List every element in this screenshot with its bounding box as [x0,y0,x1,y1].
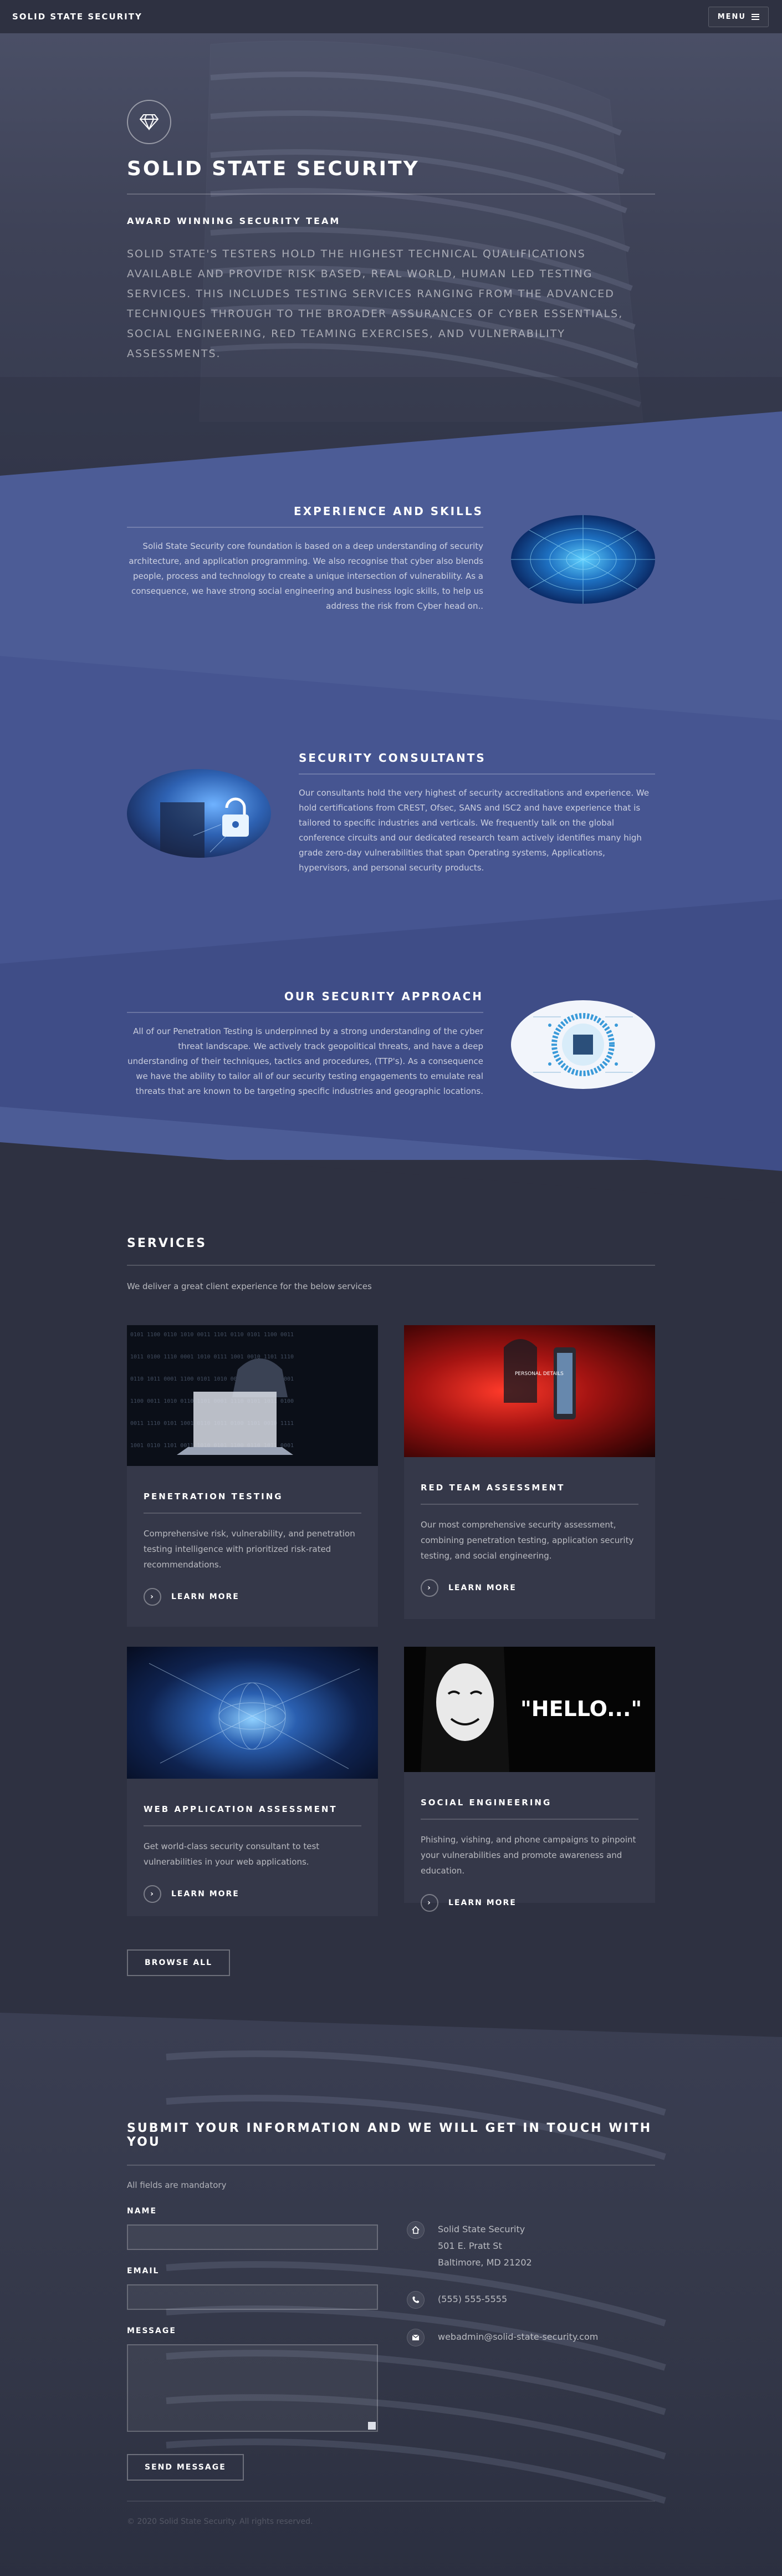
data-tunnel-graphic [511,515,655,604]
card-text: Phishing, vishing, and phone campaigns t… [421,1835,636,1876]
feature-text: Solid State Security core foundation is … [129,541,483,611]
contact-title: SUBMIT YOUR INFORMATION AND WE WILL GET … [127,2121,652,2149]
feature-text: All of our Penetration Testing is underp… [127,1026,483,1096]
email-address[interactable]: webadmin@solid-state-security.com [438,2329,598,2345]
email-field[interactable] [127,2284,378,2310]
feature-title: OUR SECURITY APPROACH [284,990,483,1003]
address-line: Baltimore, MD 21202 [438,2257,532,2268]
card-title: WEB APPLICATION ASSESSMENT [144,1804,338,1814]
feature-divider [299,773,655,775]
menu-label: MENU [717,12,746,21]
card-divider [144,1825,361,1826]
contact-info: Solid State Security 501 E. Pratt St Bal… [407,2205,598,2346]
learn-more-link[interactable]: › LEARN MORE [421,1894,638,1912]
top-header: SOLID STATE SECURITY MENU [0,0,782,33]
services-divider [127,1265,655,1266]
network-globe-graphic [149,1663,360,1769]
social-engineering-image: "HELLO..." [404,1647,655,1772]
web-app-image [127,1647,378,1779]
services-title: SERVICES [127,1236,207,1250]
card-title: SOCIAL ENGINEERING [421,1798,552,1808]
hacker-laptop-graphic: 0101 1100 0110 1010 0011 1101 0110 0101 … [130,1332,294,1455]
learn-more-label: LEARN MORE [448,1898,517,1907]
send-message-button[interactable]: SEND MESSAGE [127,2454,244,2481]
feature-title: EXPERIENCE AND SKILLS [294,505,483,518]
home-icon [407,2221,425,2239]
hero-divider [127,194,655,195]
learn-more-link[interactable]: › LEARN MORE [144,1588,361,1606]
address-row: Solid State Security 501 E. Pratt St Bal… [407,2221,598,2271]
hero-subtitle: AWARD WINNING SECURITY TEAM [127,216,341,226]
arrow-right-icon: › [144,1588,161,1606]
menu-button[interactable]: MENU [708,6,769,27]
message-field[interactable] [127,2344,378,2432]
browse-all-button[interactable]: BROWSE ALL [127,1949,230,1976]
card-title: RED TEAM ASSESSMENT [421,1483,565,1493]
red-team-graphic: PERSONAL DETAILS [504,1339,576,1419]
feature-title: SECURITY CONSULTANTS [299,751,486,765]
image-caption: PERSONAL DETAILS [515,1371,564,1377]
service-card-red-team: PERSONAL DETAILS RED TEAM ASSESSMENT Our… [404,1325,655,1619]
masked-figure-graphic: "HELLO..." [421,1647,642,1772]
phone-icon [407,2291,425,2309]
padlock-graphic [160,797,249,858]
red-team-image: PERSONAL DETAILS [404,1325,655,1457]
card-title: PENETRATION TESTING [144,1491,283,1501]
address-line: 501 E. Pratt St [438,2241,502,2251]
learn-more-label: LEARN MORE [448,1584,517,1592]
hero-banner: SOLID STATE SECURITY AWARD WINNING SECUR… [0,33,782,477]
card-text: Comprehensive risk, vulnerability, and p… [144,1529,355,1570]
feature-divider [127,527,483,528]
svg-text:0101 1100 0110 1010 0011 1101: 0101 1100 0110 1010 0011 1101 0110 0101 … [130,1332,294,1338]
learn-more-label: LEARN MORE [171,1890,239,1898]
svg-text:1011 0100 1110 0001 1010 0111: 1011 0100 1110 0001 1010 0111 1001 0010 … [130,1354,294,1360]
card-divider [421,1819,638,1820]
phone-row: (555) 555-5555 [407,2291,598,2309]
experience-image [511,515,655,604]
hero-title: SOLID STATE SECURITY [127,157,420,180]
service-card-social: "HELLO..." SOCIAL ENGINEERING Phishing, … [404,1647,655,1912]
address-line: Solid State Security [438,2224,525,2234]
penetration-image: 0101 1100 0110 1010 0011 1101 0110 0101 … [127,1325,378,1466]
copyright-text: © 2020 Solid State Security. All rights … [127,2517,313,2526]
feature-experience: EXPERIENCE AND SKILLS Solid State Securi… [127,505,655,614]
hamburger-icon [752,13,759,20]
card-text: Our most comprehensive security assessme… [421,1520,634,1561]
learn-more-link[interactable]: › LEARN MORE [144,1885,361,1903]
brand-title[interactable]: SOLID STATE SECURITY [12,12,142,22]
resize-handle-icon[interactable] [368,2422,376,2430]
services-lead: We deliver a great client experience for… [127,1281,372,1291]
envelope-icon [407,2329,425,2346]
card-divider [421,1504,638,1505]
contact-divider [127,2165,655,2166]
phone-number[interactable]: (555) 555-5555 [438,2291,507,2308]
arrow-right-icon: › [144,1885,161,1903]
diamond-logo [127,100,171,144]
learn-more-label: LEARN MORE [171,1592,239,1601]
diamond-icon [139,114,159,130]
contact-section: SUBMIT YOUR INFORMATION AND WE WILL GET … [0,2013,782,2576]
hello-caption: "HELLO..." [520,1697,642,1721]
hero-description: SOLID STATE'S TESTERS HOLD THE HIGHEST T… [127,248,623,360]
email-row: webadmin@solid-state-security.com [407,2329,598,2346]
service-card-web-app: WEB APPLICATION ASSESSMENT Get world-cla… [127,1647,378,1916]
feature-text: Our consultants hold the very highest of… [299,788,650,873]
feature-consultants: SECURITY CONSULTANTS Our consultants hol… [127,751,655,875]
name-field[interactable] [127,2224,378,2250]
feature-approach: OUR SECURITY APPROACH All of our Penetra… [127,990,655,1099]
service-card-penetration: 0101 1100 0110 1010 0011 1101 0110 0101 … [127,1325,378,1627]
card-text: Get world-class security consultant to t… [144,1841,320,1867]
consultants-image [127,769,271,858]
card-divider [144,1513,361,1514]
learn-more-link[interactable]: › LEARN MORE [421,1579,638,1597]
arrow-right-icon: › [421,1579,438,1597]
footer-divider [127,2501,655,2502]
feature-divider [127,1012,483,1013]
approach-image [511,1000,655,1089]
arrow-right-icon: › [421,1894,438,1912]
mandatory-note: All fields are mandatory [127,2180,227,2190]
approach-diagram [533,1012,633,1076]
services-section: SERVICES We deliver a great client exper… [0,1142,782,2029]
